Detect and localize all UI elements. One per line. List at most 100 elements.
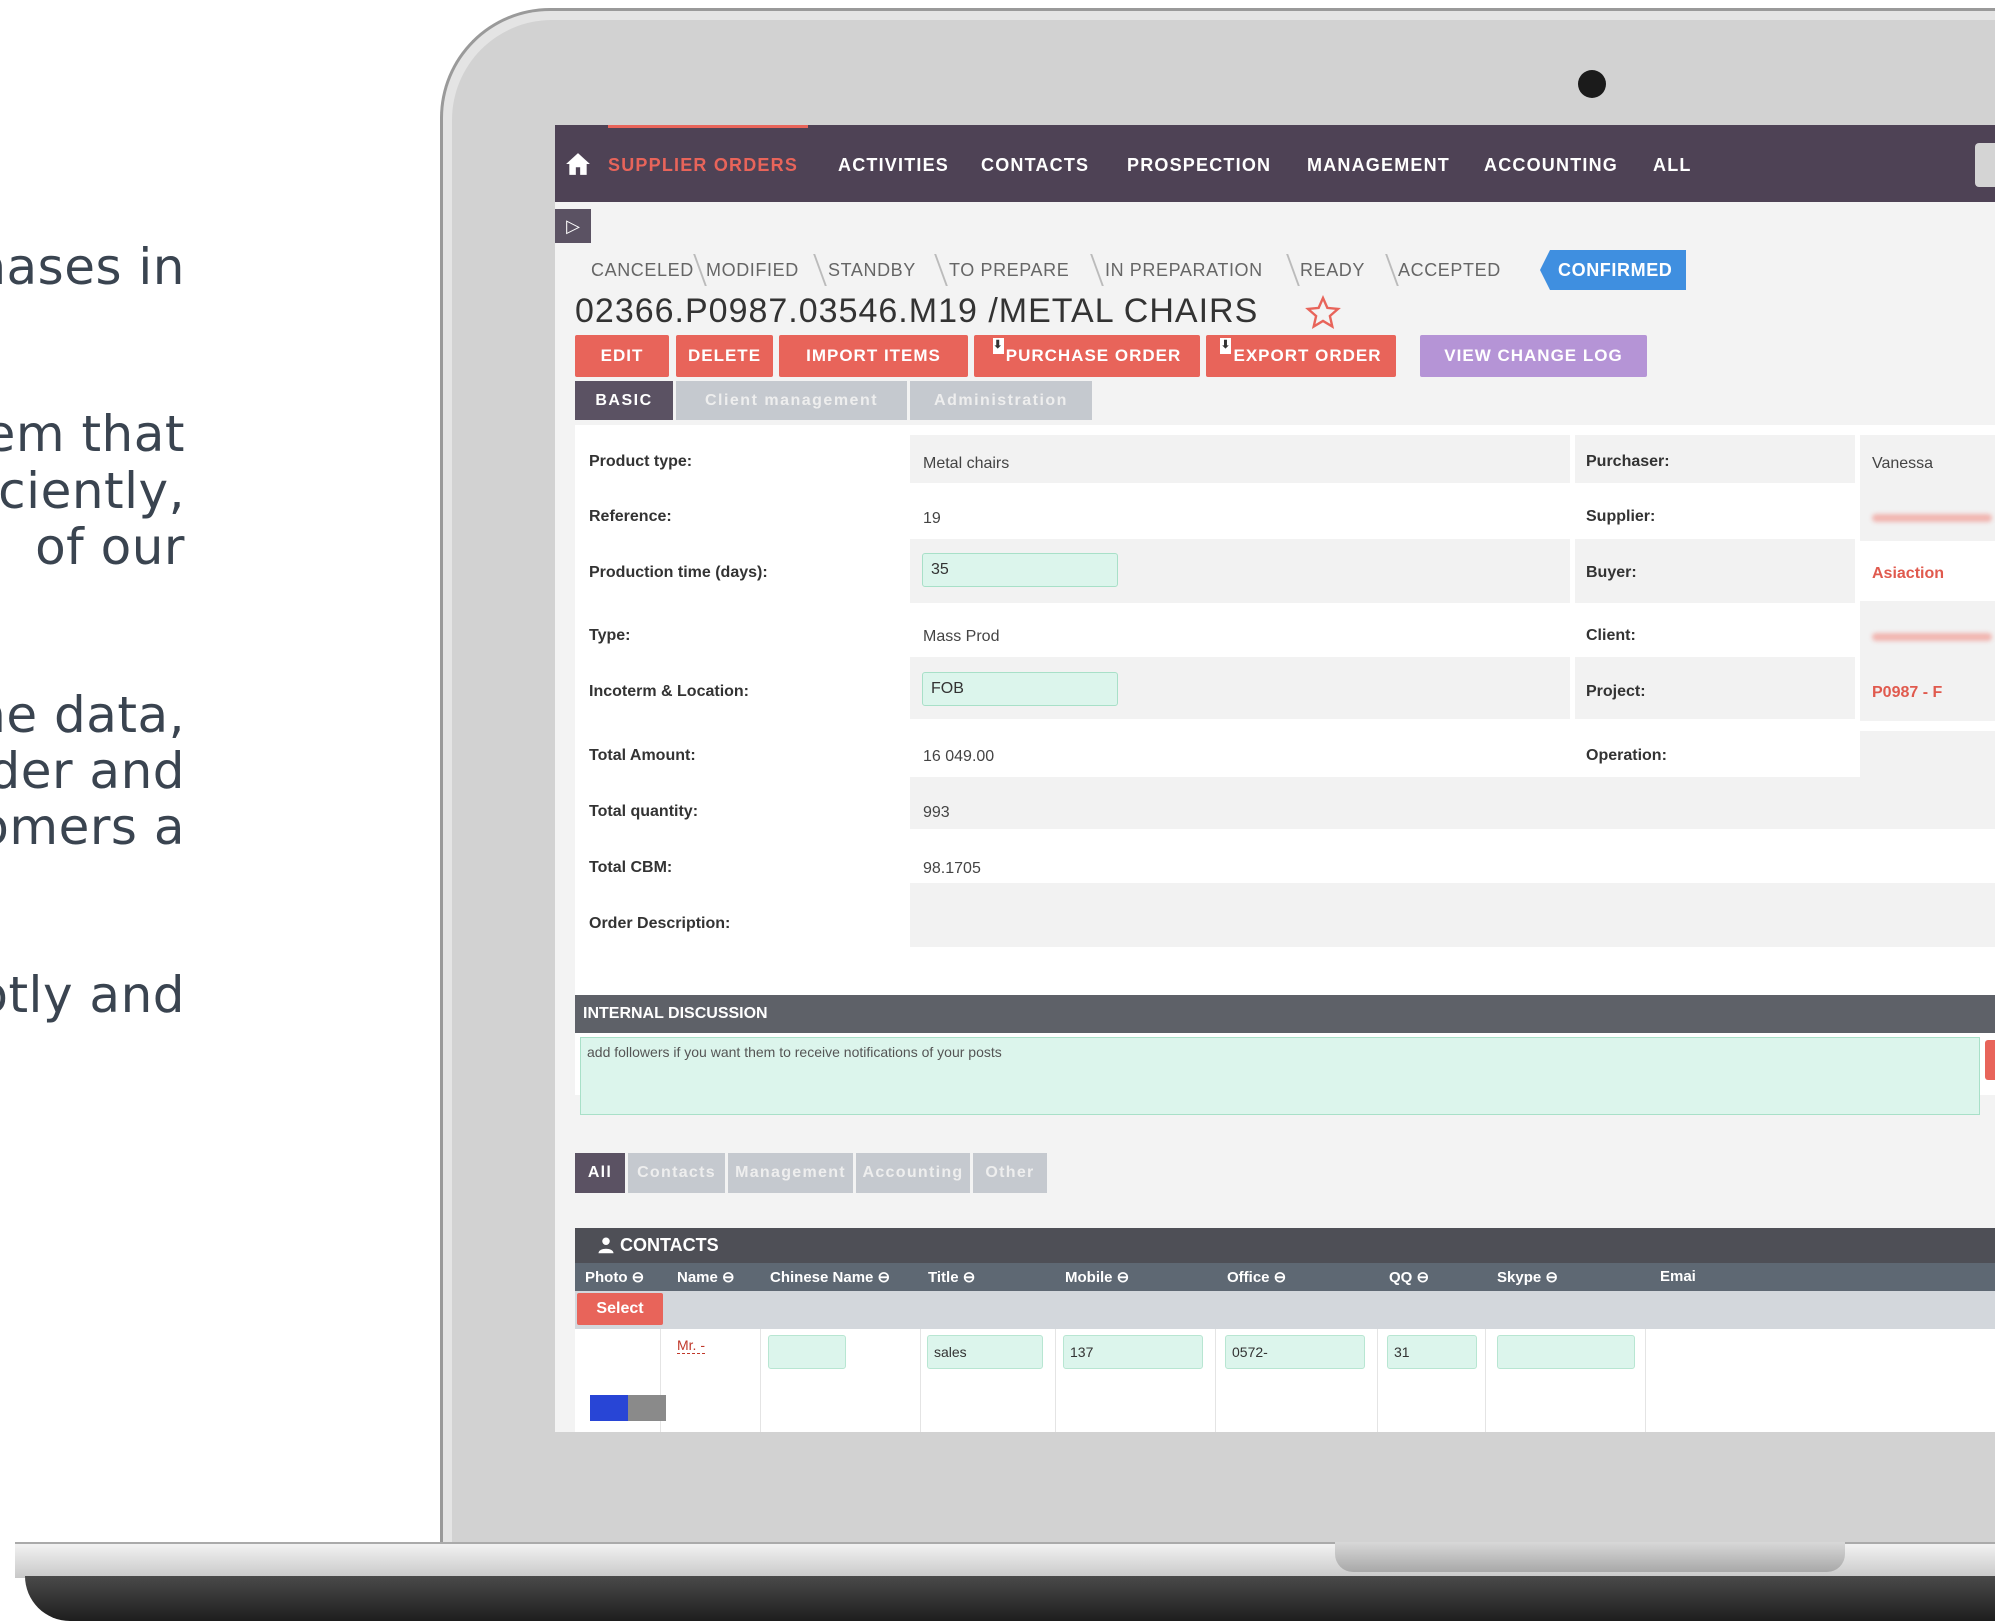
reference-value: 19	[923, 510, 941, 527]
buyer-label: Buyer:	[1586, 564, 1637, 581]
mobile-input[interactable]: 137	[1063, 1335, 1203, 1369]
stage-modified[interactable]: MODIFIED	[706, 250, 799, 290]
tab-all[interactable]: All	[575, 1153, 625, 1193]
chinese-name-input[interactable]	[768, 1335, 846, 1369]
client-value-redacted[interactable]	[1872, 633, 1992, 641]
nav-contacts[interactable]: CONTACTS	[981, 155, 1089, 176]
post-button[interactable]	[1985, 1040, 1995, 1080]
top-navigation: SUPPLIER ORDERS ACTIVITIES CONTACTS PROS…	[555, 125, 1995, 202]
view-change-log-button[interactable]: VIEW CHANGE LOG	[1420, 335, 1647, 377]
user-icon	[598, 1237, 614, 1254]
title-input[interactable]: sales	[927, 1335, 1043, 1369]
nav-accounting[interactable]: ACCOUNTING	[1484, 155, 1618, 176]
column-mobile[interactable]: Mobile ⊖	[1065, 1268, 1129, 1286]
nav-activities[interactable]: ACTIVITIES	[838, 155, 949, 176]
tab-contacts[interactable]: Contacts	[628, 1153, 725, 1193]
contact-photo[interactable]	[590, 1395, 666, 1421]
delete-button[interactable]: DELETE	[676, 335, 773, 377]
export-order-button[interactable]: ⬇EXPORT ORDER	[1206, 335, 1396, 377]
side-text-line-1: nases in	[0, 238, 185, 296]
incoterm-input[interactable]: FOB	[922, 672, 1118, 706]
column-qq[interactable]: QQ ⊖	[1389, 1268, 1429, 1286]
nav-supplier-orders[interactable]: SUPPLIER ORDERS	[608, 155, 798, 176]
side-text-line-2: em that	[0, 405, 185, 463]
contacts-column-headers: Photo ⊖ Name ⊖ Chinese Name ⊖ Title ⊖ Mo…	[575, 1263, 1995, 1291]
side-text-line-8: otly and	[0, 966, 185, 1024]
home-icon[interactable]	[565, 151, 591, 177]
total-quantity-value: 993	[923, 804, 950, 821]
record-title: 02366.P0987.03546.M19 /METAL CHAIRS	[575, 292, 1259, 330]
laptop-base-shadow	[25, 1576, 1995, 1621]
nav-search-button[interactable]	[1975, 143, 1995, 187]
select-button[interactable]: Select	[577, 1293, 663, 1325]
buyer-value[interactable]: Asiaction	[1872, 565, 1944, 583]
contacts-header: CONTACTS	[575, 1228, 1995, 1263]
import-items-button[interactable]: IMPORT ITEMS	[779, 335, 968, 377]
column-divider	[1215, 1329, 1216, 1432]
purchaser-value: Vanessa	[1872, 455, 1934, 472]
value-row-bg	[1860, 435, 1995, 541]
side-text-line-7: omers a	[0, 798, 185, 856]
stage-to-prepare[interactable]: TO PREPARE	[949, 250, 1069, 290]
stage-confirmed[interactable]: CONFIRMED	[1540, 250, 1687, 290]
internal-discussion-header: INTERNAL DISCUSSION	[575, 995, 1995, 1033]
nav-all[interactable]: ALL	[1653, 155, 1692, 176]
total-cbm-value: 98.1705	[923, 860, 981, 877]
column-divider	[920, 1329, 921, 1432]
project-value[interactable]: P0987 - F	[1872, 684, 1942, 702]
favorite-star-icon[interactable]	[1305, 295, 1341, 331]
tab-client-management[interactable]: Client management	[676, 381, 907, 420]
column-name[interactable]: Name ⊖	[677, 1268, 735, 1286]
stage-canceled[interactable]: CANCELED	[591, 250, 694, 290]
client-label: Client:	[1586, 627, 1636, 644]
nav-management[interactable]: MANAGEMENT	[1307, 155, 1450, 176]
camera-icon	[1578, 70, 1606, 98]
type-value: Mass Prod	[923, 628, 1000, 645]
app-screen: SUPPLIER ORDERS ACTIVITIES CONTACTS PROS…	[555, 125, 1995, 1432]
tab-management[interactable]: Management	[728, 1153, 853, 1193]
column-skype[interactable]: Skype ⊖	[1497, 1268, 1558, 1286]
stage-standby[interactable]: STANDBY	[828, 250, 916, 290]
sidebar-toggle-icon[interactable]: ▷	[555, 209, 591, 243]
contacts-filter-row	[575, 1291, 1995, 1329]
column-divider	[1055, 1329, 1056, 1432]
supplier-label: Supplier:	[1586, 508, 1656, 525]
column-photo[interactable]: Photo ⊖	[585, 1268, 644, 1286]
tab-administration[interactable]: Administration	[910, 381, 1092, 420]
side-text-line-3: ficiently,	[0, 462, 185, 520]
supplier-value-redacted[interactable]	[1872, 514, 1992, 522]
order-description-label: Order Description:	[589, 915, 731, 932]
discussion-textarea[interactable]: add followers if you want them to receiv…	[580, 1037, 1980, 1115]
stage-separator	[922, 254, 948, 286]
skype-input[interactable]	[1497, 1335, 1635, 1369]
stage-separator	[801, 254, 827, 286]
qq-input[interactable]: 31	[1387, 1335, 1477, 1369]
stage-accepted[interactable]: ACCEPTED	[1398, 250, 1501, 290]
edit-button[interactable]: EDIT	[575, 335, 669, 377]
production-time-input[interactable]: 35	[922, 553, 1118, 587]
office-input[interactable]: 0572-	[1225, 1335, 1365, 1369]
side-text-line-5: ne data,	[0, 686, 185, 744]
incoterm-label: Incoterm & Location:	[589, 683, 750, 700]
stage-ready[interactable]: READY	[1300, 250, 1365, 290]
tab-basic[interactable]: BASIC	[575, 381, 673, 420]
value-row-bg	[1860, 601, 1995, 721]
purchase-order-button[interactable]: ⬇PURCHASE ORDER	[974, 335, 1200, 377]
column-email[interactable]: Emai	[1660, 1268, 1696, 1285]
stage-separator	[1078, 254, 1104, 286]
contact-name-link[interactable]: Mr. -	[677, 1337, 705, 1354]
product-type-label: Product type:	[589, 453, 693, 470]
column-title[interactable]: Title ⊖	[928, 1268, 975, 1286]
production-time-label: Production time (days):	[589, 564, 768, 581]
value-row-bg	[1860, 731, 1995, 783]
tab-other[interactable]: Other	[973, 1153, 1047, 1193]
product-type-value: Metal chairs	[923, 455, 1010, 472]
nav-prospection[interactable]: PROSPECTION	[1127, 155, 1271, 176]
column-chinese-name[interactable]: Chinese Name ⊖	[770, 1268, 890, 1286]
stage-in-preparation[interactable]: IN PREPARATION	[1105, 250, 1263, 290]
tab-accounting[interactable]: Accounting	[856, 1153, 970, 1193]
purchaser-label: Purchaser:	[1586, 453, 1670, 470]
total-quantity-label: Total quantity:	[589, 803, 699, 820]
download-icon: ⬇	[1220, 338, 1232, 354]
column-office[interactable]: Office ⊖	[1227, 1268, 1286, 1286]
